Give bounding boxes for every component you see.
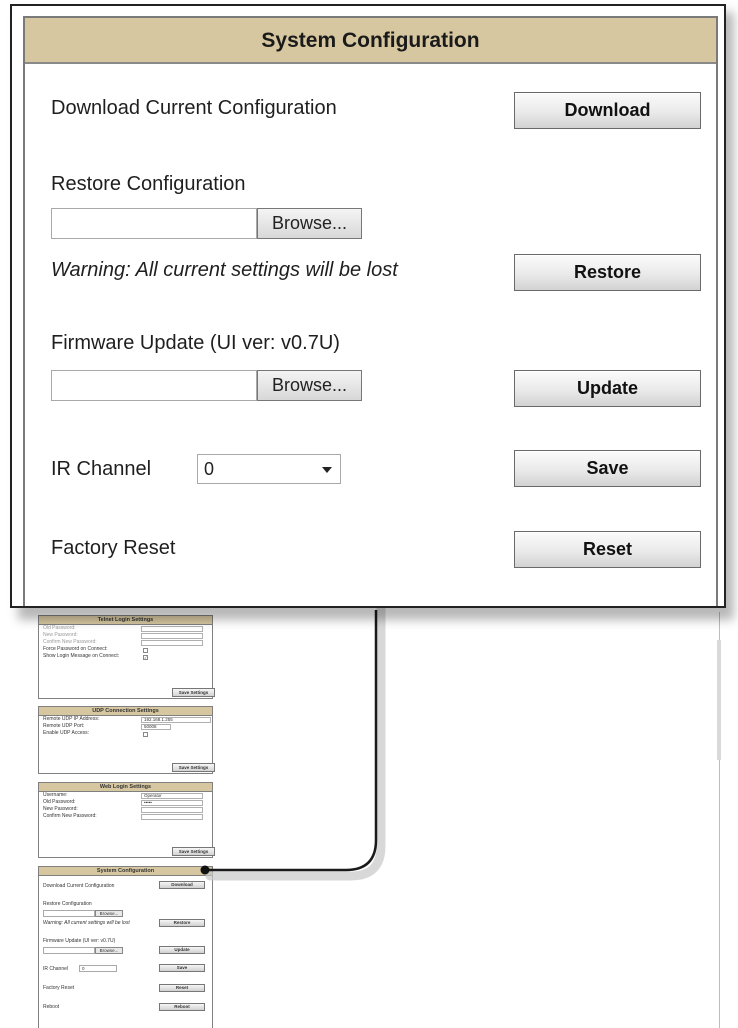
firmware-browse-button[interactable]: Browse... [257, 370, 362, 401]
firmware-file-input[interactable] [51, 370, 257, 401]
ir-channel-select[interactable]: 0 [197, 454, 341, 484]
restore-browse-button[interactable]: Browse... [257, 208, 362, 239]
connector-line [208, 610, 378, 872]
reset-button[interactable]: Reset [514, 531, 701, 568]
chevron-down-icon [322, 467, 332, 473]
firmware-update-label: Firmware Update (UI ver: v0.7U) [51, 332, 340, 354]
connector-shadow [205, 601, 386, 881]
update-button[interactable]: Update [514, 370, 701, 407]
system-configuration-panel: System Configuration Download Current Co… [23, 16, 718, 606]
download-button[interactable]: Download [514, 92, 701, 129]
restore-button[interactable]: Restore [514, 254, 701, 291]
restore-warning-text: Warning: All current settings will be lo… [51, 259, 398, 281]
ir-channel-label: IR Channel [51, 458, 152, 480]
save-button[interactable]: Save [514, 450, 701, 487]
restore-file-input[interactable] [51, 208, 257, 239]
system-configuration-title: System Configuration [25, 18, 716, 64]
connector-dot [200, 865, 210, 875]
restore-config-label: Restore Configuration [51, 173, 246, 195]
ir-channel-value: 0 [204, 459, 215, 479]
download-config-label: Download Current Configuration [51, 97, 337, 119]
zoom-callout: System Configuration Download Current Co… [10, 4, 726, 608]
factory-reset-label: Factory Reset [51, 537, 176, 559]
